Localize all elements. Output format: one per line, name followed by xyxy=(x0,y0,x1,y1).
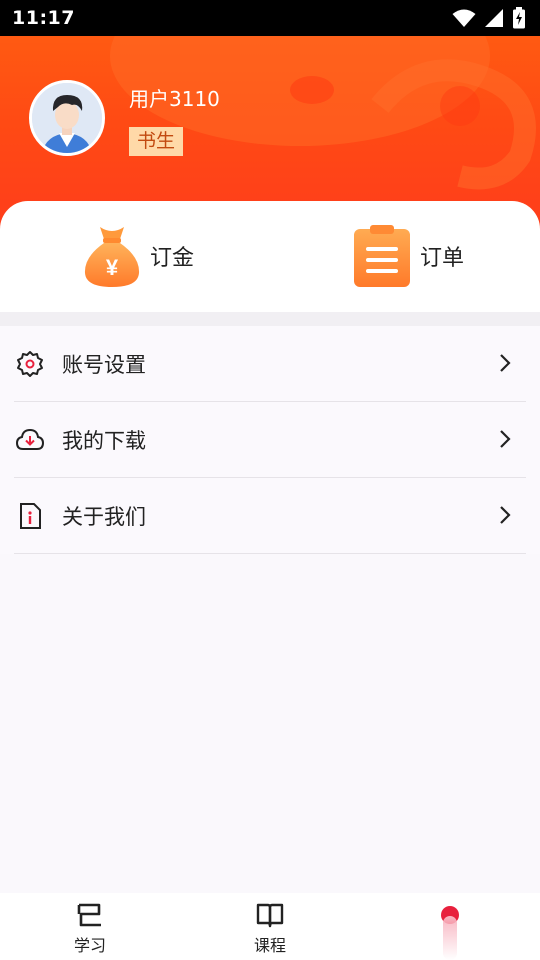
tab-study[interactable]: 学习 xyxy=(0,893,180,960)
status-time: 11:17 xyxy=(12,7,75,29)
status-icons xyxy=(452,7,526,29)
avatar[interactable] xyxy=(29,80,105,156)
battery-icon xyxy=(513,7,525,29)
active-glow-decoration xyxy=(443,916,457,960)
tab-courses[interactable]: 课程 xyxy=(180,893,360,960)
user-level-badge: 书生 xyxy=(129,127,184,156)
menu-label-account-settings: 账号设置 xyxy=(62,352,146,377)
tab-label-study: 学习 xyxy=(73,936,106,955)
open-book-icon xyxy=(256,903,284,928)
gear-icon xyxy=(14,348,46,380)
chevron-right-icon xyxy=(500,506,511,524)
menu-item-about-us[interactable]: 关于我们 xyxy=(14,478,526,554)
clipboard-icon xyxy=(354,225,410,287)
menu-label-about-us: 关于我们 xyxy=(62,504,146,529)
money-bag-icon: ¥ xyxy=(84,227,140,287)
menu-item-account-settings[interactable]: 账号设置 xyxy=(14,326,526,402)
settings-menu: 账号设置 我的下载 关于我们 xyxy=(0,326,540,554)
svg-text:¥: ¥ xyxy=(106,255,119,280)
quick-actions-card: ¥ 订金 订单 xyxy=(0,201,540,312)
username: 用户3110 xyxy=(129,87,220,111)
cloud-download-icon xyxy=(14,424,46,456)
chevron-right-icon xyxy=(500,354,511,372)
chevron-right-icon xyxy=(500,430,511,448)
menu-item-my-downloads[interactable]: 我的下载 xyxy=(14,402,526,478)
tab-mine[interactable] xyxy=(360,893,540,960)
bottom-tab-bar: 学习 课程 xyxy=(0,893,540,960)
menu-label-my-downloads: 我的下载 xyxy=(62,428,146,453)
signal-icon xyxy=(485,9,503,27)
status-bar: 11:17 xyxy=(0,0,540,36)
section-divider xyxy=(0,312,540,326)
stack-icon xyxy=(77,903,101,927)
deposit-button[interactable]: ¥ 订金 xyxy=(82,223,194,289)
user-avatar-icon xyxy=(32,83,102,153)
deposit-label: 订金 xyxy=(150,246,195,271)
orders-label: 订单 xyxy=(420,246,465,271)
wifi-icon xyxy=(452,9,476,27)
orders-button[interactable]: 订单 xyxy=(352,223,464,289)
tab-label-courses: 课程 xyxy=(253,936,286,955)
info-document-icon xyxy=(14,500,46,532)
